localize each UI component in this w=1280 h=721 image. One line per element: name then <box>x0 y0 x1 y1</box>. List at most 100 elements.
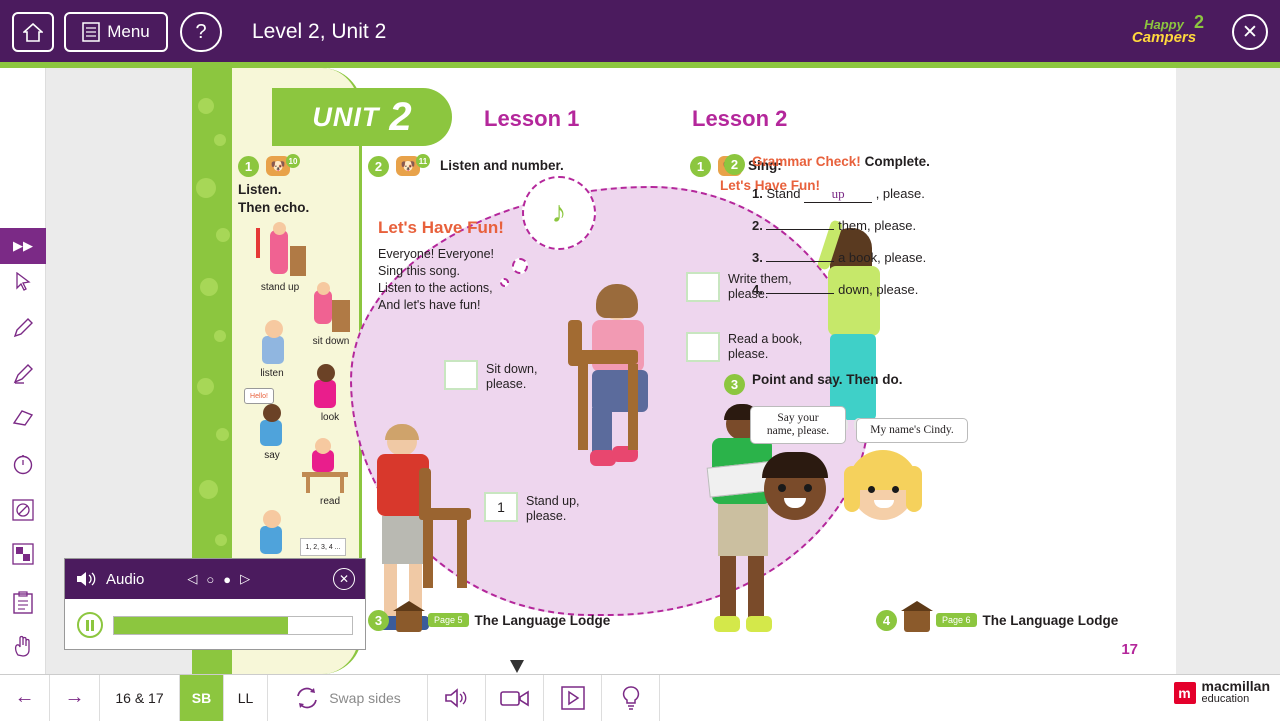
audio-pause-button[interactable] <box>77 612 103 638</box>
caption-stand-up: Stand up, please. <box>526 494 580 524</box>
logo-level-number: 2 <box>1193 12 1204 32</box>
previous-page-button[interactable]: ← <box>0 674 50 721</box>
video-camera-icon <box>499 690 529 706</box>
timer-tool[interactable] <box>5 446 41 482</box>
audio-stop-button[interactable]: ○ <box>206 572 214 587</box>
logo-campers: Campers <box>1131 29 1197 46</box>
grammar-row-4-answer[interactable] <box>766 293 835 294</box>
lightbulb-icon <box>622 685 639 710</box>
arrow-left-icon: ← <box>14 686 35 708</box>
brand-line-2: education <box>1201 693 1250 705</box>
grammar-row-4[interactable]: 4. down, please. <box>752 282 918 297</box>
track-number-11: 11 <box>416 154 430 168</box>
language-lodge-right[interactable]: Page 6 The Language Lodge <box>901 601 1118 632</box>
lodge-right-number: 4 <box>876 610 897 631</box>
fast-forward-icon: ▶▶ <box>13 238 33 253</box>
top-bar: Menu ? Level 2, Unit 2 Happy Campers 2 ✕ <box>0 0 1280 68</box>
caption-read-book-line2: please. <box>728 347 769 361</box>
cursor-tool[interactable] <box>5 264 41 300</box>
menu-label: Menu <box>107 22 150 41</box>
song-line-4: And let's have fun! <box>378 298 481 312</box>
grammar-check-rest-label: Complete. <box>864 154 930 169</box>
grammar-row-1[interactable]: 1. Stand up , please. <box>752 186 925 203</box>
lesson-2-title: Lesson 2 <box>692 106 788 131</box>
song-line-2: Sing this song. <box>378 264 460 278</box>
grammar-row-3-answer[interactable] <box>766 261 835 262</box>
close-icon: ✕ <box>338 572 350 586</box>
answer-box-write-them[interactable] <box>686 272 720 302</box>
grammar-row-1-post: , please. <box>875 186 925 201</box>
audio-progress-bar[interactable] <box>113 615 353 635</box>
speaker-icon <box>444 687 466 708</box>
brand-line-1: macmillan <box>1201 678 1270 694</box>
mouse-cursor <box>510 660 524 673</box>
lodge-page-label-left: Page 5 <box>428 613 469 627</box>
ideas-button[interactable] <box>602 674 660 721</box>
macmillan-mark-icon: m <box>1173 681 1196 704</box>
grammar-row-1-answer[interactable]: up <box>804 186 873 203</box>
audio-player-header: Audio ◁ ○ ● ▷ ✕ <box>65 559 365 599</box>
menu-button[interactable]: Menu <box>64 12 168 52</box>
audio-prev-button[interactable]: ◁ <box>187 571 197 587</box>
grammar-row-2-number: 2. <box>752 218 763 233</box>
answer-box-sit-down[interactable] <box>444 360 478 390</box>
audio-button[interactable] <box>428 674 486 721</box>
lesson2-exercise-1-number: 1 <box>690 156 711 177</box>
lesson-1-title: Lesson 1 <box>484 106 580 131</box>
home-button[interactable] <box>12 12 54 52</box>
audio-player-body <box>65 599 365 651</box>
shape-tool[interactable] <box>5 492 41 528</box>
highlighter-tool[interactable] <box>5 356 41 392</box>
grammar-row-2-answer[interactable] <box>766 229 835 230</box>
close-icon: ✕ <box>1242 21 1258 43</box>
caption-stand-up-line2: please. <box>526 509 567 523</box>
swap-icon <box>297 687 318 708</box>
grammar-check-title: Grammar Check! Complete. <box>752 154 930 169</box>
pen-tool[interactable] <box>5 310 41 346</box>
next-page-button[interactable]: → <box>50 674 100 721</box>
bubble-tail-1 <box>512 258 528 274</box>
arrow-right-icon: → <box>64 686 85 708</box>
close-button[interactable]: ✕ <box>1232 14 1268 50</box>
page-number: 17 <box>1121 641 1138 658</box>
picture-say: Hello! say <box>242 388 302 464</box>
eraser-tool[interactable] <box>5 400 41 436</box>
language-lodge-tab[interactable]: LL <box>224 674 268 721</box>
page-range-label[interactable]: 16 & 17 <box>100 674 180 721</box>
play-button[interactable] <box>544 674 602 721</box>
eraser-icon <box>12 410 34 426</box>
face-boy <box>762 452 828 520</box>
audio-record-button[interactable]: ● <box>223 572 231 587</box>
speech-bubble-1-line2: name, please. <box>766 425 830 437</box>
shape-circle-icon <box>12 499 34 521</box>
grammar-row-3[interactable]: 3. a book, please. <box>752 250 926 265</box>
audio-close-button[interactable]: ✕ <box>333 568 355 590</box>
language-lodge-left[interactable]: Page 5 The Language Lodge <box>393 601 610 632</box>
swap-sides-button[interactable]: Swap sides <box>268 674 428 721</box>
left-toolbar: ▶▶ <box>0 68 46 674</box>
cursor-icon <box>16 272 31 291</box>
grammar-row-2[interactable]: 2. them, please. <box>752 218 916 233</box>
pen-icon <box>13 318 33 338</box>
audio-next-button[interactable]: ▷ <box>240 571 250 587</box>
hand-tool[interactable] <box>5 628 41 664</box>
exercise-1-instruction-line2: Then echo. <box>238 200 310 215</box>
caption-stand-up-line1: Stand up, <box>526 494 580 508</box>
count-label: 1, 2, 3, 4 ... <box>300 538 346 556</box>
bottom-toolbar: ← → 16 & 17 SB LL Swap sides <box>0 674 1280 721</box>
caption-sit-down: Sit down, please. <box>486 362 537 392</box>
help-button[interactable]: ? <box>180 12 222 52</box>
photo-boy-green-shirt <box>692 404 812 658</box>
notes-tool[interactable] <box>5 584 41 620</box>
grammar-row-1-pre: Stand <box>766 186 801 201</box>
face-girl <box>844 450 922 520</box>
grammar-row-1-number: 1. <box>752 186 763 201</box>
answer-box-read-book[interactable] <box>686 332 720 362</box>
video-button[interactable] <box>486 674 544 721</box>
answer-box-stand-up[interactable]: 1 <box>484 492 518 522</box>
audio-panel-title: Audio <box>106 570 145 588</box>
fast-forward-tool[interactable]: ▶▶ <box>0 228 46 264</box>
grammar-row-4-post: down, please. <box>838 282 919 297</box>
grid-tool[interactable] <box>5 536 41 572</box>
student-book-tab[interactable]: SB <box>180 674 224 721</box>
